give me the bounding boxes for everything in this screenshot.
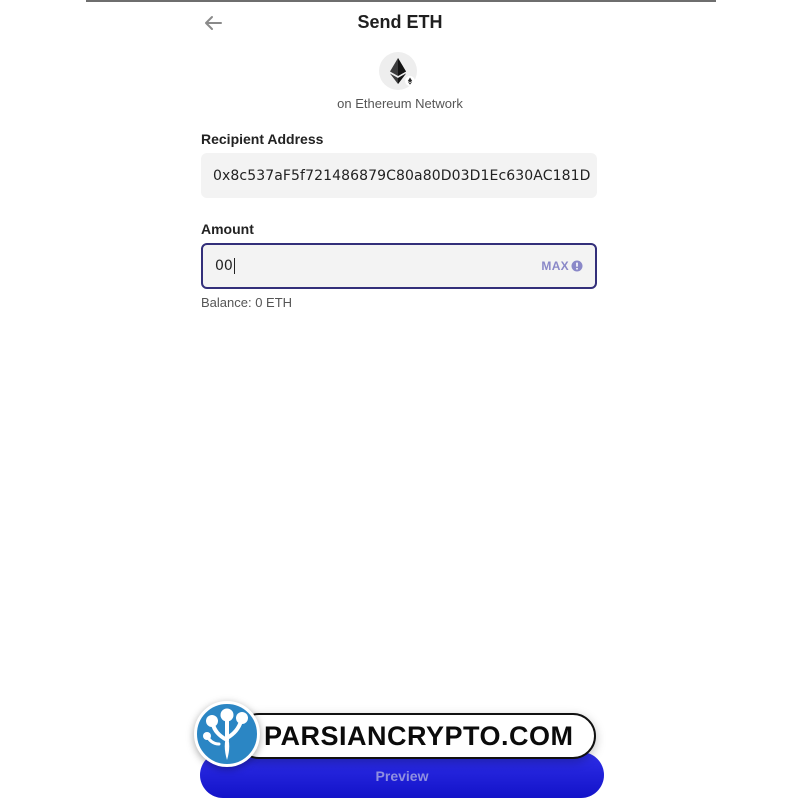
amount-label: Amount (201, 221, 254, 237)
watermark: PARSIANCRYPTO.COM (194, 701, 606, 769)
recipient-address-field[interactable]: 0x8c537aF5f721486879C80a80D03D1Ec630AC18… (201, 153, 597, 198)
window-top-border (86, 0, 716, 2)
watermark-text: PARSIANCRYPTO.COM (264, 720, 574, 751)
ethereum-icon (379, 52, 417, 90)
network-label: on Ethereum Network (337, 96, 463, 111)
recipient-address-label: Recipient Address (201, 131, 324, 147)
amount-value: 00 (215, 258, 233, 274)
preview-label: Preview (375, 768, 429, 784)
watermark-logo-icon (194, 701, 260, 767)
amount-field[interactable]: 00 MAX (201, 243, 597, 289)
max-button[interactable]: MAX (541, 259, 583, 273)
balance-text: Balance: 0 ETH (201, 295, 293, 310)
info-circle-icon (571, 260, 583, 272)
text-caret (233, 258, 236, 274)
recipient-address-value: 0x8c537aF5f721486879C80a80D03D1Ec630AC18… (213, 167, 591, 184)
page-title: Send ETH (357, 12, 443, 32)
watermark-banner: PARSIANCRYPTO.COM (236, 713, 596, 759)
max-label: MAX (541, 259, 569, 273)
